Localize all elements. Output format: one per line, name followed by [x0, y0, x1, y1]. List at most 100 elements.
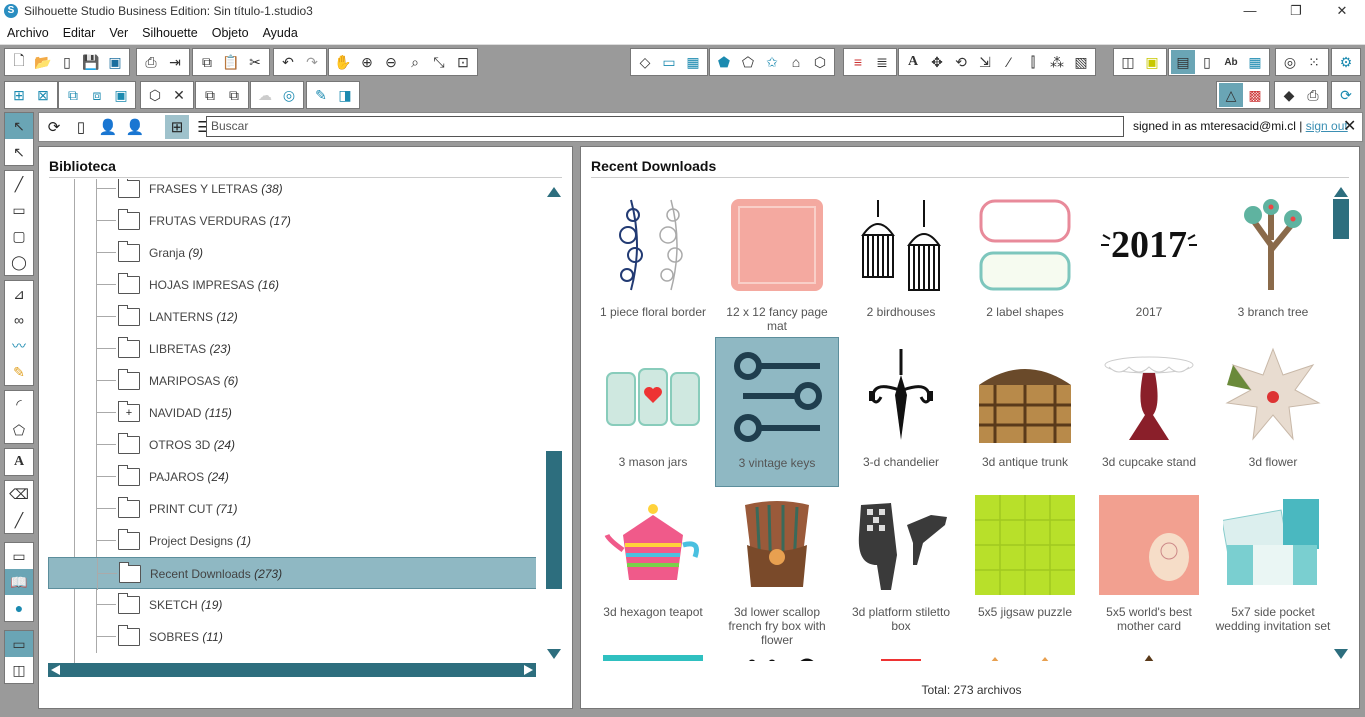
- pencil-tool-icon[interactable]: ✎: [5, 359, 33, 385]
- send-to-icon[interactable]: ⁙: [1302, 50, 1326, 74]
- download-item[interactable]: 3d hexagon teapot: [591, 487, 715, 637]
- send-machine-icon[interactable]: ⎙: [1301, 83, 1325, 107]
- send-icon[interactable]: ⇥: [163, 50, 187, 74]
- library-view-icon[interactable]: 📖: [5, 569, 33, 595]
- zoom-select-icon[interactable]: ⌕: [403, 50, 427, 74]
- eraser-icon[interactable]: ◇: [633, 50, 657, 74]
- zoom-out-icon[interactable]: ⊖: [379, 50, 403, 74]
- trace-icon[interactable]: ▣: [1140, 50, 1164, 74]
- scroll-thumb[interactable]: [546, 451, 562, 589]
- ungroup-icon[interactable]: ⊠: [31, 83, 55, 107]
- folder-item[interactable]: PRINT CUT (71): [48, 493, 536, 525]
- sketch-icon[interactable]: ✎: [309, 83, 333, 107]
- rectangle-tool-icon[interactable]: ▭: [5, 197, 33, 223]
- weld-icon[interactable]: ⬡: [143, 83, 167, 107]
- print-icon[interactable]: ⎙: [139, 50, 163, 74]
- eraser-tool-icon[interactable]: ⌫: [5, 481, 33, 507]
- curve-tool-icon[interactable]: ∞: [5, 307, 33, 333]
- shear-icon[interactable]: ⁄: [997, 50, 1021, 74]
- folder-item[interactable]: MARIPOSAS (6): [48, 365, 536, 397]
- menu-archivo[interactable]: Archivo: [0, 26, 56, 40]
- cut-settings-icon[interactable]: ◎: [1278, 50, 1302, 74]
- open-library-icon[interactable]: ▯: [55, 50, 79, 74]
- regular-polygon-tool-icon[interactable]: ⬠: [5, 417, 33, 443]
- edit-points-icon[interactable]: ↖: [5, 139, 33, 165]
- scroll-up-icon[interactable]: [547, 187, 561, 197]
- scroll-down-icon[interactable]: [547, 649, 561, 659]
- undo-icon[interactable]: ↶: [276, 50, 300, 74]
- search-input[interactable]: Buscar: [206, 116, 1124, 137]
- save-icon[interactable]: 💾: [79, 50, 103, 74]
- make-compound-icon[interactable]: ⧉: [61, 83, 85, 107]
- download-item-partial[interactable]: [1211, 649, 1331, 661]
- folder-item[interactable]: PAJAROS (24): [48, 461, 536, 493]
- select-icon[interactable]: ↖: [5, 113, 33, 139]
- download-item[interactable]: 2 label shapes: [963, 187, 1087, 337]
- design-page-icon[interactable]: △: [1219, 83, 1243, 107]
- paste-icon[interactable]: 📋: [219, 50, 243, 74]
- download-item-partial[interactable]: [715, 649, 839, 661]
- folder-item[interactable]: HOJAS IMPRESAS (16): [48, 269, 536, 301]
- download-item[interactable]: 12 x 12 fancy page mat: [715, 187, 839, 337]
- zoom-fit-icon[interactable]: ⤡: [427, 50, 451, 74]
- folder-item[interactable]: FRASES Y LETRAS (38): [48, 179, 536, 205]
- split-view-icon[interactable]: ◫: [5, 657, 33, 683]
- save-library-icon[interactable]: ▣: [103, 50, 127, 74]
- grid-icon[interactable]: ▦: [681, 50, 705, 74]
- maximize-button[interactable]: ❐: [1273, 0, 1319, 22]
- line-tool-icon[interactable]: ╱: [5, 171, 33, 197]
- layers-icon[interactable]: ▦: [1243, 50, 1267, 74]
- menu-editar[interactable]: Editar: [56, 26, 103, 40]
- download-item[interactable]: 1 piece floral border: [591, 187, 715, 337]
- gradient-icon[interactable]: ⬠: [736, 50, 760, 74]
- line-weight-icon[interactable]: ≣: [870, 50, 894, 74]
- download-item[interactable]: 3 branch tree: [1211, 187, 1331, 337]
- refresh-icon[interactable]: ⟳: [1334, 83, 1358, 107]
- folder-item[interactable]: Recent Downloads (273): [48, 557, 536, 590]
- pan-icon[interactable]: ✋: [331, 50, 355, 74]
- line-style-icon[interactable]: ≡: [846, 50, 870, 74]
- group-icon[interactable]: ⊞: [7, 83, 31, 107]
- folder-item[interactable]: Granja (9): [48, 237, 536, 269]
- spiral-icon[interactable]: ◎: [277, 83, 301, 107]
- menu-ayuda[interactable]: Ayuda: [256, 26, 305, 40]
- cloud-icon[interactable]: ☁: [253, 83, 277, 107]
- scroll-up-icon[interactable]: [1334, 187, 1348, 197]
- silhouette-store-icon[interactable]: ●: [5, 595, 33, 621]
- single-view-icon[interactable]: ▭: [5, 631, 33, 657]
- release-compound-icon[interactable]: ⧈: [85, 83, 109, 107]
- download-item[interactable]: 3d cupcake stand: [1087, 337, 1211, 487]
- add-user-icon[interactable]: 👤: [96, 115, 120, 139]
- menu-silhouette[interactable]: Silhouette: [135, 26, 205, 40]
- page-setup-icon[interactable]: ▭: [657, 50, 681, 74]
- shadow-icon[interactable]: ⬡: [808, 50, 832, 74]
- settings-icon[interactable]: ⚙: [1334, 50, 1358, 74]
- bring-front-icon[interactable]: ▣: [109, 83, 133, 107]
- download-item[interactable]: 3d antique trunk: [963, 337, 1087, 487]
- text-icon[interactable]: Ab: [1219, 50, 1243, 74]
- sign-out-link[interactable]: sign out: [1306, 119, 1348, 133]
- sync-icon[interactable]: ⟳: [42, 115, 66, 139]
- download-item[interactable]: 3d platform stiletto box: [839, 487, 963, 637]
- download-item[interactable]: 5x7 side pocket wedding invitation set: [1211, 487, 1331, 637]
- mirror-icon[interactable]: ⧉: [222, 83, 246, 107]
- design-view-icon[interactable]: ▭: [5, 543, 33, 569]
- freehand-tool-icon[interactable]: 〰: [5, 333, 33, 359]
- grid-vertical-scrollbar[interactable]: [1333, 185, 1349, 663]
- close-library-icon[interactable]: ✕: [1343, 116, 1356, 136]
- polygon-tool-icon[interactable]: ⊿: [5, 281, 33, 307]
- folder-item[interactable]: LANTERNS (12): [48, 301, 536, 333]
- delete-icon[interactable]: ✕: [167, 83, 191, 107]
- knife-tool-icon[interactable]: ╱: [5, 507, 33, 533]
- nest-icon[interactable]: ▧: [1069, 50, 1093, 74]
- user-icon[interactable]: 👤: [123, 115, 147, 139]
- zoom-in-icon[interactable]: ⊕: [355, 50, 379, 74]
- emboss-icon[interactable]: ◨: [333, 83, 357, 107]
- offset-icon[interactable]: ◫: [1116, 50, 1140, 74]
- download-item[interactable]: 5x5 world's best mother card: [1087, 487, 1211, 637]
- cut-icon[interactable]: ✂: [243, 50, 267, 74]
- scroll-right-icon[interactable]: [524, 665, 533, 675]
- download-item-partial[interactable]: [839, 649, 963, 661]
- tree-horizontal-scrollbar[interactable]: [48, 663, 536, 677]
- close-window-button[interactable]: ✕: [1319, 0, 1365, 22]
